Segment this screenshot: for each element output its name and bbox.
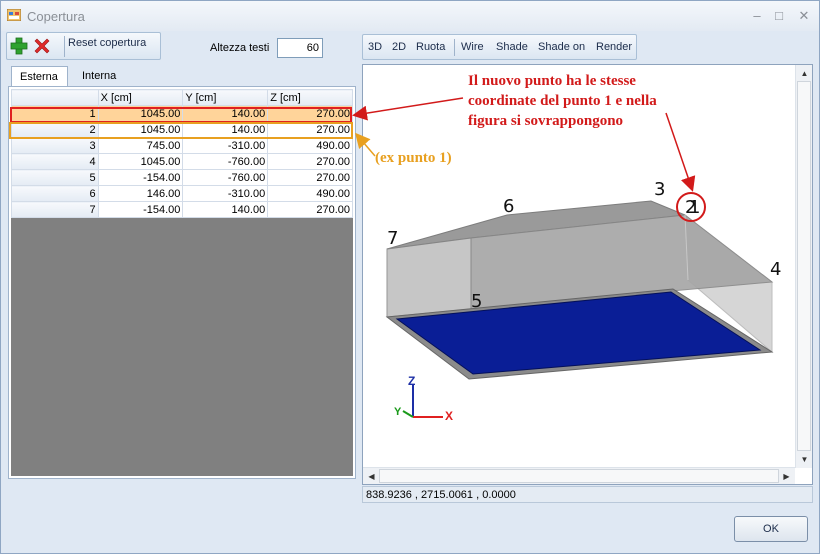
text-height-label: Altezza testi <box>210 42 270 54</box>
row-id[interactable]: 3 <box>11 137 99 154</box>
column-header-x[interactable]: X [cm] <box>97 89 184 106</box>
point-label-7: 7 <box>387 228 399 249</box>
app-icon <box>7 9 21 21</box>
view-2d-button[interactable]: 2D <box>392 41 406 53</box>
vertical-scroll-thumb[interactable] <box>797 81 811 451</box>
cell-x[interactable]: -154.00 <box>97 201 184 218</box>
toolbar-separator <box>454 39 455 56</box>
cell-z[interactable]: 270.00 <box>267 153 353 170</box>
minimize-button[interactable]: – <box>747 7 767 25</box>
point-label-5: 5 <box>471 291 483 312</box>
maximize-button[interactable]: □ <box>769 7 789 25</box>
scroll-up-arrow[interactable]: ▲ <box>796 65 813 82</box>
table-row[interactable]: 6 146.00 -310.00 490.00 <box>11 185 353 202</box>
cell-y[interactable]: -760.00 <box>182 169 269 186</box>
cell-z[interactable]: 270.00 <box>267 201 353 218</box>
table-row[interactable]: 5 -154.00 -760.00 270.00 <box>11 169 353 186</box>
coordinates-panel: X [cm] Y [cm] Z [cm] 1 1045.00 140.00 27… <box>8 86 356 479</box>
table-row[interactable]: 4 1045.00 -760.00 270.00 <box>11 153 353 170</box>
scroll-down-arrow[interactable]: ▼ <box>796 451 813 468</box>
vertical-scrollbar[interactable]: ▲ ▼ <box>795 65 812 468</box>
rotate-button[interactable]: Ruota <box>416 41 445 53</box>
cell-y[interactable]: 140.00 <box>182 201 269 218</box>
z-axis-label: Z <box>408 374 415 388</box>
wire-button[interactable]: Wire <box>461 41 484 53</box>
view-toolbar: 3D 2D Ruota Wire Shade Shade on Render <box>362 34 637 60</box>
toolbar-separator <box>64 36 65 57</box>
title-bar: Copertura – □ ✕ <box>1 1 819 31</box>
cell-z[interactable]: 490.00 <box>267 185 353 202</box>
cell-z[interactable]: 490.00 <box>267 137 353 154</box>
edit-toolbar: Reset copertura <box>6 32 161 60</box>
row-highlight-red <box>10 107 352 123</box>
cell-x[interactable]: 745.00 <box>97 137 184 154</box>
row-id[interactable]: 6 <box>11 185 99 202</box>
shade-button[interactable]: Shade <box>496 41 528 53</box>
close-button[interactable]: ✕ <box>794 7 814 25</box>
cell-x[interactable]: -154.00 <box>97 169 184 186</box>
tab-interna[interactable]: Interna <box>74 66 134 87</box>
annotation-red-line: figura si sovrappongono <box>468 113 624 129</box>
table-row[interactable]: 3 745.00 -310.00 490.00 <box>11 137 353 154</box>
y-axis-label: Y <box>394 406 402 418</box>
column-header-z[interactable]: Z [cm] <box>267 89 353 106</box>
column-header-y[interactable]: Y [cm] <box>182 89 269 106</box>
row-highlight-orange <box>9 122 353 139</box>
row-id[interactable]: 4 <box>11 153 99 170</box>
horizontal-scrollbar[interactable]: ◀ ▶ <box>363 467 795 484</box>
shade-on-button[interactable]: Shade on <box>538 41 585 53</box>
text-height-input[interactable] <box>277 38 323 58</box>
point-label-1: 1 <box>689 197 701 218</box>
cell-z[interactable]: 270.00 <box>267 169 353 186</box>
row-id[interactable]: 7 <box>11 201 99 218</box>
roof-hip-left <box>386 237 472 318</box>
reset-copertura-button[interactable]: Reset copertura <box>68 37 146 49</box>
cell-y[interactable]: -310.00 <box>182 137 269 154</box>
point-label-3: 3 <box>654 179 666 200</box>
cell-x[interactable]: 1045.00 <box>97 153 184 170</box>
y-axis-line <box>402 410 414 418</box>
plus-icon[interactable] <box>9 36 29 56</box>
x-axis-label: X <box>445 409 453 423</box>
cell-y[interactable]: -760.00 <box>182 153 269 170</box>
x-icon[interactable] <box>32 36 52 56</box>
grid-corner-header[interactable] <box>11 89 99 106</box>
annotation-red-line: Il nuovo punto ha le stesse <box>468 73 636 89</box>
ok-button[interactable]: OK <box>734 516 808 542</box>
scroll-right-arrow[interactable]: ▶ <box>778 468 795 485</box>
view-3d-button[interactable]: 3D <box>368 41 382 53</box>
table-row[interactable]: 7 -154.00 140.00 270.00 <box>11 201 353 218</box>
tab-esterna[interactable]: Esterna <box>11 66 68 87</box>
cell-y[interactable]: -310.00 <box>182 185 269 202</box>
cursor-coordinates: 838.9236 , 2715.0061 , 0.0000 <box>362 486 813 503</box>
render-button[interactable]: Render <box>596 41 632 53</box>
horizontal-scroll-thumb[interactable] <box>379 469 779 483</box>
annotation-red-line: coordinate del punto 1 e nella <box>468 93 657 109</box>
point-label-6: 6 <box>503 196 515 217</box>
annotation-orange: (ex punto 1) <box>375 150 452 166</box>
grid-header-row: X [cm] Y [cm] Z [cm] <box>11 89 353 106</box>
point-label-4: 4 <box>770 259 782 280</box>
copertura-window: Copertura – □ ✕ Reset copertura Altezza … <box>0 0 820 554</box>
scroll-left-arrow[interactable]: ◀ <box>363 468 380 485</box>
window-title: Copertura <box>27 9 85 24</box>
annotation-red: Il nuovo punto ha le stesse coordinate d… <box>468 71 738 131</box>
cell-x[interactable]: 146.00 <box>97 185 184 202</box>
grid-background: X [cm] Y [cm] Z [cm] 1 1045.00 140.00 27… <box>11 89 353 476</box>
row-id[interactable]: 5 <box>11 169 99 186</box>
